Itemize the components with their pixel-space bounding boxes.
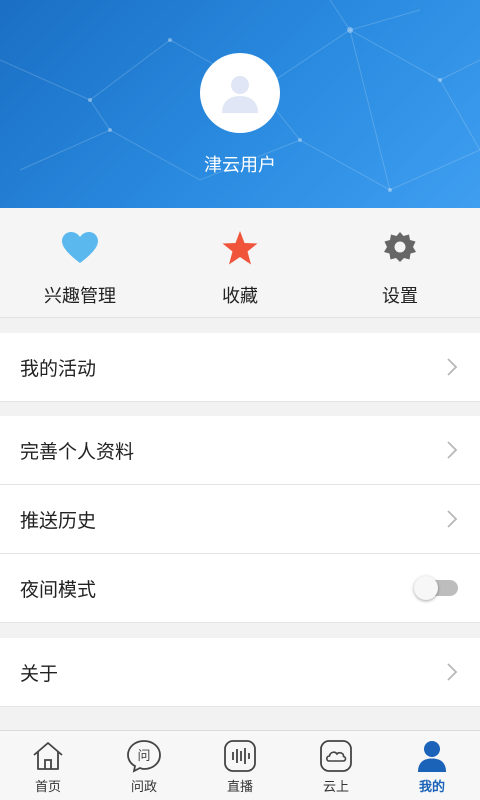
tab-label: 直播 (226, 780, 253, 795)
menu-item-label: 夜间模式 (20, 578, 97, 601)
menu-item-my-activity[interactable]: 我的活动 (0, 333, 480, 401)
bottom-tab-bar: 首页 问 问政 直播 云上 我的 (0, 730, 480, 800)
toggle-knob (414, 576, 438, 600)
tab-ask[interactable]: 问 问政 (96, 731, 192, 800)
interest-management-label: 兴趣管理 (44, 286, 116, 307)
tab-label: 云上 (322, 780, 349, 795)
avatar[interactable] (200, 53, 280, 133)
menu-item-complete-profile[interactable]: 完善个人资料 (0, 416, 480, 484)
settings-button[interactable]: 设置 (320, 208, 480, 317)
chevron-right-icon (447, 663, 458, 681)
gear-icon (380, 228, 420, 268)
live-audio-icon (222, 738, 258, 774)
menu-item-label: 推送历史 (20, 509, 97, 532)
username[interactable]: 津云用户 (0, 151, 480, 177)
chevron-right-icon (447, 441, 458, 459)
home-icon (30, 738, 66, 774)
user-icon (414, 738, 450, 774)
tab-mine[interactable]: 我的 (384, 731, 480, 800)
chevron-right-icon (447, 358, 458, 376)
menu-item-about[interactable]: 关于 (0, 638, 480, 706)
tab-label: 首页 (34, 780, 61, 795)
menu-item-push-history[interactable]: 推送历史 (0, 485, 480, 553)
quick-actions: 兴趣管理 收藏 设置 (0, 208, 480, 318)
menu-item-label: 我的活动 (20, 357, 97, 380)
favorites-label: 收藏 (222, 286, 258, 307)
divider (0, 706, 480, 707)
divider (0, 622, 480, 623)
chevron-right-icon (447, 510, 458, 528)
night-mode-toggle[interactable] (414, 576, 458, 600)
ask-bubble-icon: 问 (126, 738, 162, 774)
favorites-button[interactable]: 收藏 (160, 208, 320, 317)
divider (0, 401, 480, 402)
tab-cloud[interactable]: 云上 (288, 731, 384, 800)
menu-item-night-mode: 夜间模式 (0, 554, 480, 622)
settings-label: 设置 (382, 286, 418, 307)
menu-item-label: 关于 (20, 662, 59, 685)
cloud-icon (318, 738, 354, 774)
menu-item-label: 完善个人资料 (20, 440, 135, 463)
interest-management-button[interactable]: 兴趣管理 (0, 208, 160, 317)
tab-label: 我的 (418, 780, 445, 795)
star-icon (220, 228, 260, 268)
tab-live[interactable]: 直播 (192, 731, 288, 800)
tab-label: 问政 (130, 780, 157, 795)
default-avatar-icon (222, 76, 258, 113)
svg-text:问: 问 (137, 749, 150, 764)
profile-header: 津云用户 (0, 0, 480, 208)
tab-home[interactable]: 首页 (0, 731, 96, 800)
heart-icon (60, 228, 100, 268)
